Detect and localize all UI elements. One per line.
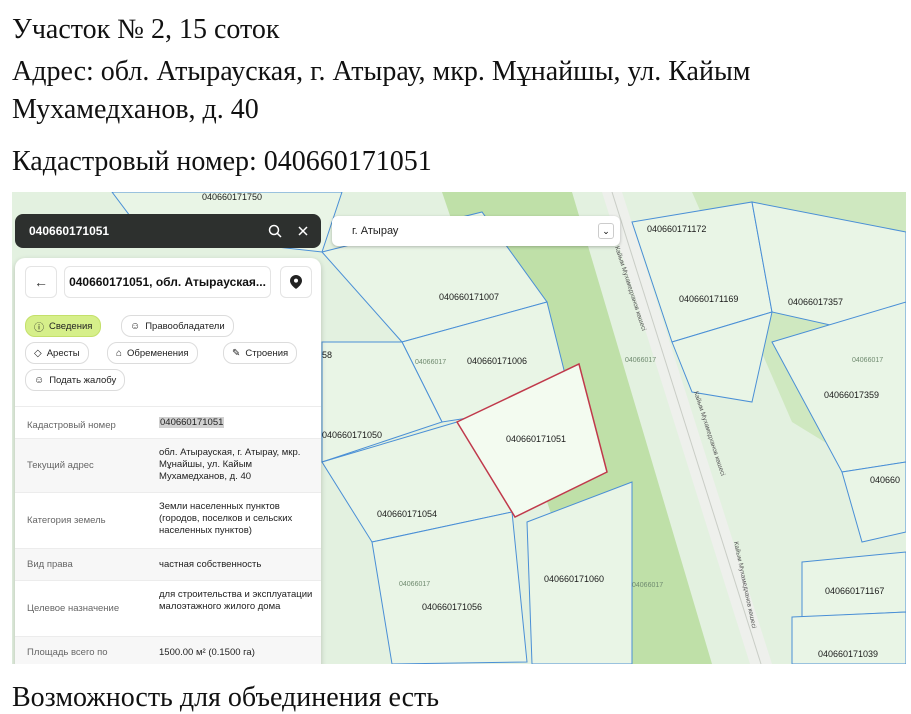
parcel-label: 040660171007: [439, 292, 499, 302]
search-query[interactable]: 040660171051: [29, 224, 265, 238]
parcel-label: 58: [322, 350, 332, 360]
table-row: Вид права частная собственность: [15, 548, 321, 581]
parcel-label: 040660171039: [818, 649, 878, 659]
arrow-left-icon: ←: [34, 274, 48, 290]
parcel-label: 040660171056: [422, 602, 482, 612]
map-pin-icon: [290, 275, 302, 289]
parcel-label: 04066017357: [788, 297, 843, 307]
tab-buildings[interactable]: ✎ Строения: [223, 342, 298, 364]
doc-cadastral-number: Кадастровый номер: 040660171051: [12, 146, 432, 177]
tab-complaint[interactable]: ☺ Подать жалобу: [25, 369, 126, 391]
city-select[interactable]: г. Атырау ⌄: [332, 216, 620, 246]
tab-label: Подать жалобу: [49, 374, 117, 386]
row-key: Вид права: [27, 559, 73, 570]
table-row: Площадь всего по 1500.00 м² (0.1500 га): [15, 636, 321, 664]
close-icon[interactable]: [293, 221, 313, 241]
parcel-label: 040660171050: [322, 430, 382, 440]
row-value: частная собственность: [159, 559, 262, 570]
parcel-label: 040660171006: [467, 356, 527, 366]
doc-merge-note: Возможность для объединения есть: [12, 682, 440, 713]
parcel-sublabel: 04066017: [399, 581, 430, 588]
tab-label: Правообладатели: [145, 320, 225, 332]
doc-address-line2: Мухамедханов, д. 40: [12, 94, 259, 125]
info-icon: ⓘ: [34, 322, 44, 334]
tab-label: Строения: [245, 347, 289, 359]
parcel-sublabel: 04066017: [415, 359, 446, 366]
doc-address-line1: Адрес: обл. Атырауская, г. Атырау, мкр. …: [12, 56, 751, 87]
row-value: Земли населенных пунктов (городов, посел…: [159, 501, 293, 536]
row-value[interactable]: 040660171051: [159, 417, 225, 428]
panel-header: ← 040660171051, обл. Атырауская...: [25, 266, 315, 298]
bank-icon: ⌂: [116, 347, 123, 359]
city-select-value: г. Атырау: [352, 225, 399, 237]
users-icon: ☺: [130, 320, 141, 332]
table-row: Целевое назначение для строительства и э…: [15, 580, 321, 637]
parcel-label: 040660171750: [202, 192, 262, 202]
parcel-sublabel: 04066017: [852, 357, 883, 364]
tab-arrests[interactable]: ◇ Аресты: [25, 342, 89, 364]
parcel-label: 040660171167: [825, 586, 884, 596]
panel-title[interactable]: 040660171051, обл. Атырауская...: [64, 266, 271, 298]
table-row: Кадастровый номер 040660171051: [15, 406, 321, 439]
parcel-sublabel: 04066017: [625, 357, 656, 364]
tab-label: Сведения: [49, 320, 93, 332]
doc-title: Участок № 2, 15 соток: [12, 14, 280, 45]
parcel-label: 04066017359: [824, 390, 879, 400]
row-key: Кадастровый номер: [27, 420, 116, 431]
table-row: Категория земель Земли населенных пункто…: [15, 492, 321, 549]
tab-owners[interactable]: ☺ Правообладатели: [121, 315, 234, 337]
parcel-label: 040660171169: [679, 294, 738, 304]
row-value: обл. Атырауская, г. Атырау, мкр. Мұнайшы…: [159, 447, 301, 482]
smile-icon: ☺: [34, 374, 45, 386]
wrench-icon: ✎: [232, 347, 241, 359]
parcel-label: 040660: [870, 475, 900, 485]
row-key: Текущий адрес: [27, 460, 94, 471]
chevron-down-icon[interactable]: ⌄: [598, 223, 614, 239]
parcel-label: 040660171172: [647, 224, 706, 234]
shield-icon: ◇: [34, 347, 42, 359]
cadastral-search-bar[interactable]: 040660171051: [15, 214, 321, 248]
parcel-label: 040660171054: [377, 509, 437, 519]
back-button[interactable]: ←: [25, 266, 57, 298]
map-viewport[interactable]: 0406601717500406601710090406601710070406…: [12, 192, 906, 664]
parcel-label: 040660171060: [544, 574, 604, 584]
row-value: 1500.00 м² (0.1500 га): [159, 647, 255, 658]
search-icon[interactable]: [265, 221, 285, 241]
parcel-sublabel: 04066017: [632, 582, 663, 589]
table-row: Текущий адрес обл. Атырауская, г. Атырау…: [15, 438, 321, 493]
parcel-label: 040660171051: [506, 434, 566, 444]
parcel-info-panel: ← 040660171051, обл. Атырауская... ⓘ Свед…: [15, 258, 321, 664]
row-key: Целевое назначение: [27, 603, 120, 614]
row-key: Площадь всего по: [27, 647, 108, 658]
row-value: для строительства и эксплуатации малоэта…: [159, 589, 313, 612]
location-button[interactable]: [280, 266, 312, 298]
tab-label: Аресты: [46, 347, 80, 359]
tab-encumbrances[interactable]: ⌂ Обременения: [107, 342, 198, 364]
row-key: Категория земель: [27, 515, 106, 526]
tab-label: Обременения: [127, 347, 189, 359]
tab-info[interactable]: ⓘ Сведения: [25, 315, 102, 337]
